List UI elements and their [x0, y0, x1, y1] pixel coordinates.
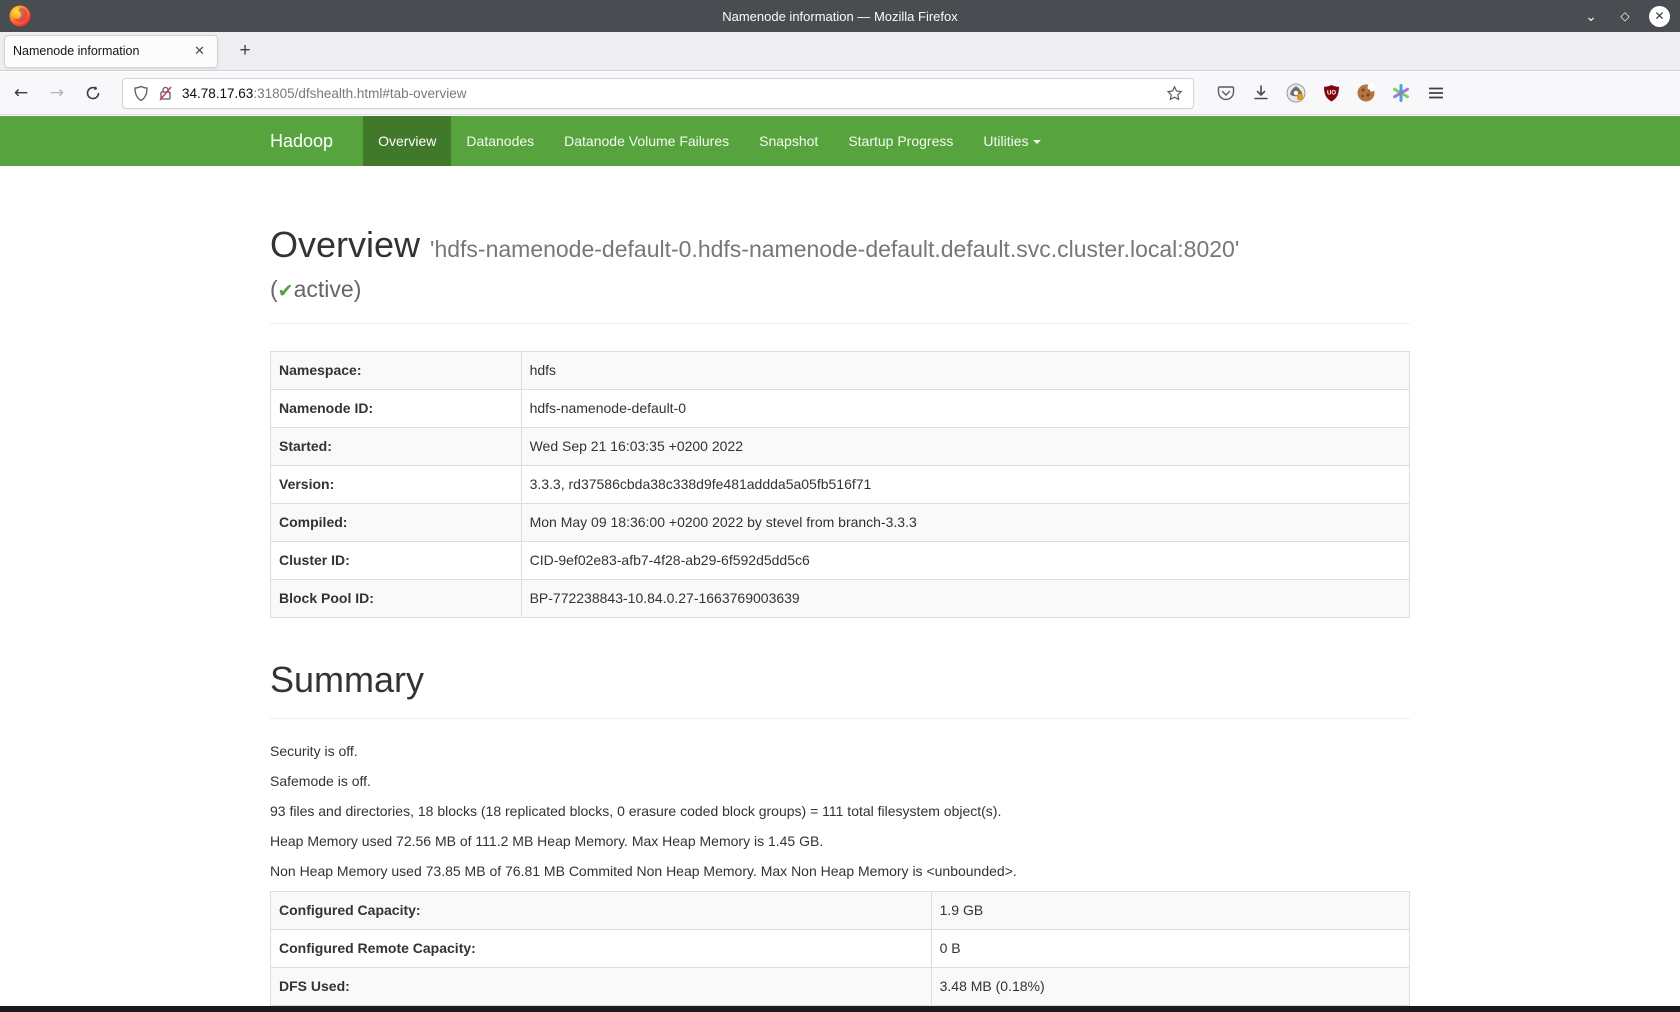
- table-row: Started: Wed Sep 21 16:03:35 +0200 2022: [271, 428, 1410, 466]
- nav-item-utilities[interactable]: Utilities: [968, 116, 1055, 166]
- firefox-logo-icon: [8, 4, 32, 28]
- row-label: Namespace:: [271, 352, 522, 390]
- tab-title: Namenode information: [13, 44, 190, 58]
- row-value: BP-772238843-10.84.0.27-1663769003639: [521, 580, 1409, 618]
- table-row: Configured Capacity: 1.9 GB: [271, 892, 1410, 930]
- screen-bottom-edge: [0, 1006, 1680, 1012]
- ublock-origin-extension-icon[interactable]: UO: [1321, 83, 1341, 103]
- url-text[interactable]: 34.78.17.63:31805/dfshealth.html#tab-ove…: [182, 86, 1166, 101]
- url-bar[interactable]: 34.78.17.63:31805/dfshealth.html#tab-ove…: [122, 78, 1194, 109]
- back-button[interactable]: ←: [6, 78, 36, 108]
- table-row: Namespace: hdfs: [271, 352, 1410, 390]
- row-value: 0 B: [931, 930, 1409, 968]
- bookmark-star-icon[interactable]: [1166, 85, 1183, 102]
- asterisk-extension-icon[interactable]: [1391, 83, 1411, 103]
- url-path: :31805/dfshealth.html#tab-overview: [253, 86, 466, 101]
- row-label: Namenode ID:: [271, 390, 522, 428]
- summary-line-heap-memory: Heap Memory used 72.56 MB of 111.2 MB He…: [270, 831, 1410, 851]
- window-minimize-icon[interactable]: ⌄: [1581, 6, 1601, 26]
- table-row: Cluster ID: CID-9ef02e83-afb7-4f28-ab29-…: [271, 542, 1410, 580]
- capacity-table: Configured Capacity: 1.9 GB Configured R…: [270, 891, 1410, 1012]
- summary-heading: Summary: [270, 660, 1410, 700]
- shield-icon[interactable]: [133, 85, 149, 102]
- check-icon: ✔: [278, 280, 294, 302]
- browser-tab[interactable]: Namenode information ✕: [4, 35, 218, 68]
- nav-item-datanode-volume-failures[interactable]: Datanode Volume Failures: [549, 116, 744, 166]
- tab-close-icon[interactable]: ✕: [190, 41, 209, 61]
- row-value: hdfs: [521, 352, 1409, 390]
- downloads-icon[interactable]: [1251, 83, 1271, 103]
- url-domain: 34.78.17.63: [182, 86, 253, 101]
- lock-slash-icon[interactable]: [158, 85, 173, 102]
- row-label: Block Pool ID:: [271, 580, 522, 618]
- nav-item-snapshot[interactable]: Snapshot: [744, 116, 833, 166]
- divider: [270, 323, 1410, 324]
- window-close-icon[interactable]: ✕: [1649, 6, 1670, 27]
- row-value: 3.48 MB (0.18%): [931, 968, 1409, 1006]
- namenode-status: (✔active): [270, 275, 1410, 305]
- hadoop-navbar: Hadoop Overview Datanodes Datanode Volum…: [0, 116, 1680, 166]
- nav-item-startup-progress[interactable]: Startup Progress: [833, 116, 968, 166]
- table-row: Configured Remote Capacity: 0 B: [271, 930, 1410, 968]
- row-value: 3.3.3, rd37586cbda38c338d9fe481addda5a05…: [521, 466, 1409, 504]
- row-value: 1.9 GB: [931, 892, 1409, 930]
- summary-line-safemode: Safemode is off.: [270, 771, 1410, 791]
- svg-text:UO: UO: [1327, 90, 1336, 96]
- page-content: Overview 'hdfs-namenode-default-0.hdfs-n…: [0, 166, 1680, 1012]
- table-row: Compiled: Mon May 09 18:36:00 +0200 2022…: [271, 504, 1410, 542]
- summary-line-filesystem-objects: 93 files and directories, 18 blocks (18 …: [270, 801, 1410, 821]
- reload-icon: [85, 85, 101, 101]
- row-value: Wed Sep 21 16:03:35 +0200 2022: [521, 428, 1409, 466]
- window-maximize-icon[interactable]: ◇: [1615, 6, 1635, 26]
- pocket-icon[interactable]: [1216, 83, 1236, 103]
- chevron-down-icon: [1033, 140, 1041, 144]
- row-value: hdfs-namenode-default-0: [521, 390, 1409, 428]
- nav-item-overview[interactable]: Overview: [363, 116, 451, 166]
- namenode-info-table: Namespace: hdfs Namenode ID: hdfs-nameno…: [270, 351, 1410, 618]
- row-label: Version:: [271, 466, 522, 504]
- row-label: Started:: [271, 428, 522, 466]
- row-label: Cluster ID:: [271, 542, 522, 580]
- table-row: Block Pool ID: BP-772238843-10.84.0.27-1…: [271, 580, 1410, 618]
- table-row: DFS Used: 3.48 MB (0.18%): [271, 968, 1410, 1006]
- menu-hamburger-icon[interactable]: [1426, 83, 1446, 103]
- row-value: CID-9ef02e83-afb7-4f28-ab29-6f592d5dd5c6: [521, 542, 1409, 580]
- browser-toolbar: ← → 34.78.17.63:31805/dfshealth.ht: [0, 72, 1680, 115]
- reload-button[interactable]: [78, 78, 108, 108]
- row-label: DFS Used:: [271, 968, 932, 1006]
- summary-line-security: Security is off.: [270, 741, 1410, 761]
- table-row: Version: 3.3.3, rd37586cbda38c338d9fe481…: [271, 466, 1410, 504]
- summary-line-non-heap-memory: Non Heap Memory used 73.85 MB of 76.81 M…: [270, 861, 1410, 881]
- new-tab-button[interactable]: +: [232, 38, 258, 64]
- row-label: Compiled:: [271, 504, 522, 542]
- table-row: Namenode ID: hdfs-namenode-default-0: [271, 390, 1410, 428]
- window-title: Namenode information — Mozilla Firefox: [0, 9, 1680, 24]
- divider: [270, 718, 1410, 719]
- cookie-extension-icon[interactable]: [1356, 83, 1376, 103]
- privacy-badger-extension-icon[interactable]: [1286, 83, 1306, 103]
- hadoop-brand[interactable]: Hadoop: [270, 116, 349, 166]
- row-value: Mon May 09 18:36:00 +0200 2022 by stevel…: [521, 504, 1409, 542]
- firefox-window: Namenode information — Mozilla Firefox ⌄…: [0, 0, 1680, 1012]
- forward-button: →: [42, 78, 72, 108]
- window-titlebar: Namenode information — Mozilla Firefox ⌄…: [0, 0, 1680, 32]
- namenode-address: 'hdfs-namenode-default-0.hdfs-namenode-d…: [430, 236, 1239, 262]
- tab-bar: Namenode information ✕ +: [0, 32, 1680, 71]
- row-label: Configured Remote Capacity:: [271, 930, 932, 968]
- nav-item-datanodes[interactable]: Datanodes: [451, 116, 549, 166]
- row-label: Configured Capacity:: [271, 892, 932, 930]
- overview-heading: Overview 'hdfs-namenode-default-0.hdfs-n…: [270, 225, 1410, 269]
